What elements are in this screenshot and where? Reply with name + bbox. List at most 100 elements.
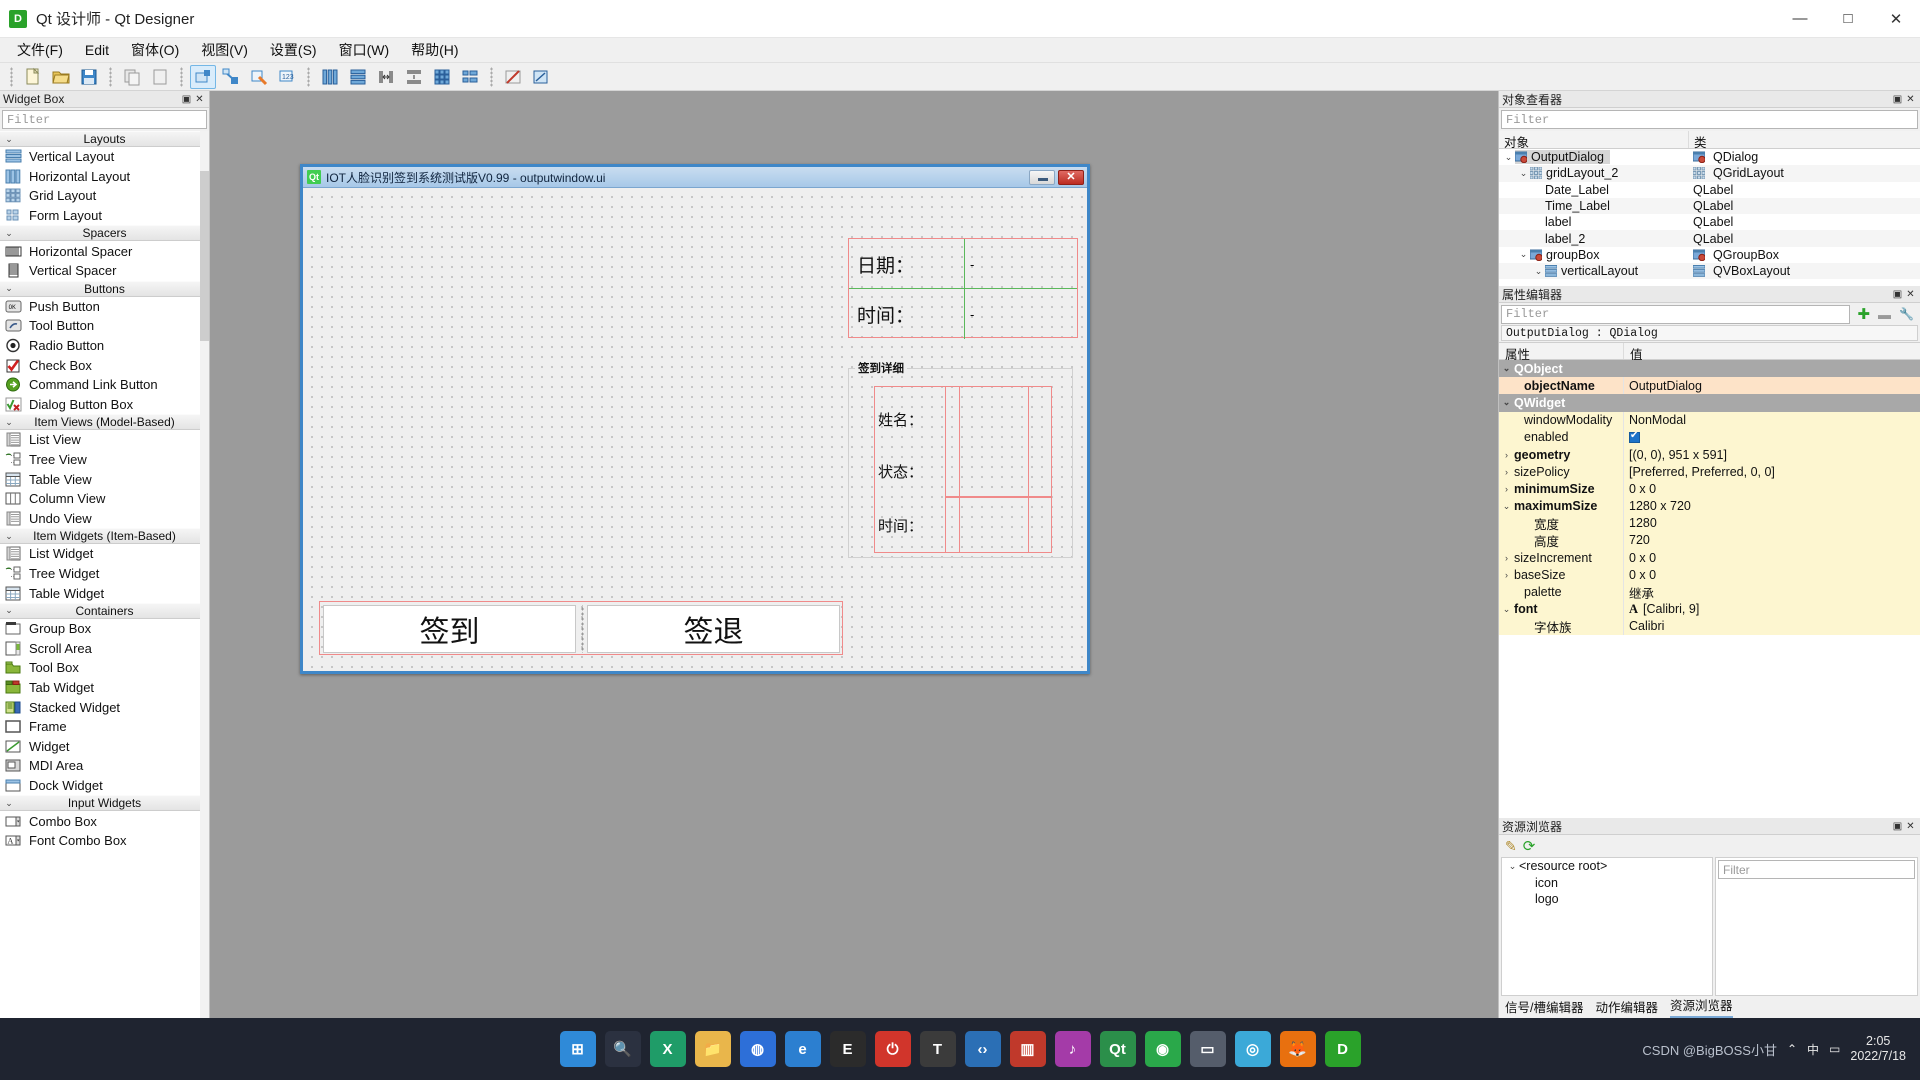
chevron-right-icon[interactable]: › [1499,553,1514,563]
chevron-right-icon[interactable]: › [1499,450,1514,460]
widget-box-item-tab-widget[interactable]: Tab Widget [0,678,209,698]
bottom-tab-1[interactable]: 动作编辑器 [1595,997,1658,1018]
object-inspector-row[interactable]: Time_Label QLabel [1499,197,1920,215]
property-row[interactable]: › sizeIncrement 0 x 0 [1499,549,1920,567]
column-header-object[interactable]: 对象 [1499,131,1689,150]
output-dialog-form[interactable]: Qt IOT人脸识别签到系统测试版V0.99 - outputwindow.ui… [300,164,1090,674]
layout-grid-icon[interactable] [429,65,455,89]
property-value-cell[interactable] [1624,394,1920,411]
widget-box-item-font-combo-box[interactable]: A Font Combo Box [0,831,209,851]
property-value-cell[interactable]: [Preferred, Preferred, 0, 0] [1624,463,1920,481]
property-value-cell[interactable]: OutputDialog [1624,377,1920,395]
bottom-tab-0[interactable]: 信号/槽编辑器 [1505,997,1583,1018]
chevron-down-icon[interactable]: ⌄ [1517,249,1530,260]
chevron-down-icon[interactable]: ⌄ [1499,363,1514,374]
property-row[interactable]: › geometry [(0, 0), 951 x 591] [1499,445,1920,464]
property-editor-table[interactable]: ⌄ QObject objectName OutputDialog ⌄ QWidget wi… [1499,360,1920,818]
widget-box-item-check-box[interactable]: Check Box [0,355,209,375]
chevron-down-icon[interactable]: ⌄ [1499,604,1514,615]
property-value-cell[interactable]: [(0, 0), 951 x 591] [1624,445,1920,464]
property-value-cell[interactable] [1624,360,1920,377]
property-value-cell[interactable]: Calibri [1624,617,1920,635]
property-value-cell[interactable] [1624,428,1920,446]
network-icon[interactable]: ◎ [1234,1031,1271,1067]
widget-box-item-tree-widget[interactable]: Tree Widget [0,564,209,584]
edit-widgets-icon[interactable] [190,64,216,89]
resource-preview-filter-input[interactable]: Filter [1718,860,1915,879]
enabled-checkbox[interactable] [1629,430,1640,443]
widget-box-item-stacked-widget[interactable]: Stacked Widget [0,697,209,717]
property-editor-close-button[interactable]: ✕ [1904,288,1917,301]
object-inspector-row[interactable]: Date_Label QLabel [1499,182,1920,198]
object-inspector-row[interactable]: label_2 QLabel [1499,230,1920,247]
chevron-right-icon[interactable]: › [1499,484,1514,494]
form-design-surface[interactable]: 日期： - 时间： - 签到详细 姓名： 状态： 时间： 签到 签退 [303,188,1087,671]
vscode-icon[interactable]: ‹› [964,1031,1001,1067]
object-inspector-row[interactable]: label QLabel [1499,214,1920,230]
widget-box-group-item-views-model-based[interactable]: ⌄ Item Views (Model-Based) [0,414,209,431]
battery-icon[interactable]: ▭ [1829,1042,1840,1056]
column-header-property[interactable]: 属性 [1499,343,1624,362]
widget-box-item-undo-view[interactable]: Undo View [0,509,209,529]
widget-box-filter-input[interactable]: Filter [2,110,207,129]
remove-property-icon[interactable]: ▬ [1875,307,1894,322]
edit-signals-slots-icon[interactable] [218,65,244,89]
date-label[interactable]: 日期： [849,239,963,289]
resource-row[interactable]: logo [1502,891,1712,908]
power-tool-icon[interactable]: ⏻ [874,1031,911,1067]
widget-box-item-command-link-button[interactable]: Command Link Button [0,375,209,395]
chevron-down-icon[interactable]: ⌄ [1499,397,1514,408]
object-inspector-row[interactable]: ⌄ groupBox QGroupBox [1499,247,1920,263]
property-row[interactable]: 字体族 Calibri [1499,617,1920,635]
widget-box-scroll-thumb[interactable] [200,171,209,341]
widget-box-group-layouts[interactable]: ⌄ Layouts [0,131,209,147]
search-icon[interactable]: 🔍 [604,1031,641,1067]
widget-box-item-combo-box[interactable]: Combo Box [0,811,209,831]
add-property-icon[interactable]: ✚ [1854,305,1873,323]
resource-row[interactable]: icon [1502,875,1712,892]
property-row[interactable]: ⌄ maximumSize 1280 x 720 [1499,497,1920,515]
widget-box-close-button[interactable]: ✕ [193,93,206,106]
adjust-size-icon[interactable] [528,65,554,89]
property-value-cell[interactable]: A [Calibri, 9] [1624,600,1920,618]
break-layout-icon[interactable] [500,65,526,89]
object-inspector-row[interactable]: ⌄ OutputDialog QDialog [1499,149,1920,165]
property-value-cell[interactable]: 0 x 0 [1624,480,1920,498]
layout-form-icon[interactable] [457,65,483,89]
property-row[interactable]: 宽度 1280 [1499,514,1920,532]
music-app-icon[interactable]: ♪ [1054,1031,1091,1067]
menu-item-2[interactable]: 窗体(O) [120,37,190,63]
property-row[interactable]: 高度 720 [1499,531,1920,550]
widget-box-item-dock-widget[interactable]: Dock Widget [0,776,209,796]
qt-designer-icon[interactable]: Qt [1099,1031,1136,1067]
name-label[interactable]: 姓名： [878,409,923,430]
form-close-button[interactable]: ✕ [1058,169,1084,185]
property-value-cell[interactable]: NonModal [1624,411,1920,429]
date-value-label[interactable]: - [965,239,1078,289]
typora-icon[interactable]: T [919,1031,956,1067]
widget-box-item-tool-button[interactable]: Tool Button [0,316,209,336]
close-button[interactable]: ✕ [1872,0,1920,38]
widget-box-group-containers[interactable]: ⌄ Containers [0,602,209,619]
object-inspector-tree[interactable]: ⌄ OutputDialog QDialog ⌄ gridLayout_2 QGridLa… [1499,149,1920,286]
property-value-cell[interactable]: 0 x 0 [1624,566,1920,584]
widget-box-item-frame[interactable]: Frame [0,717,209,737]
menu-item-4[interactable]: 设置(S) [259,37,328,63]
widget-box-item-column-view[interactable]: Column View [0,489,209,509]
chevron-down-icon[interactable]: ⌄ [1502,152,1515,163]
widget-box-item-horizontal-layout[interactable]: Horizontal Layout [0,167,209,187]
edge-icon[interactable]: e [784,1031,821,1067]
epic-games-icon[interactable]: E [829,1031,866,1067]
widget-box-item-grid-layout[interactable]: Grid Layout [0,186,209,206]
widget-box-item-vertical-layout[interactable]: Vertical Layout [0,147,209,167]
form-editor-canvas[interactable]: Qt IOT人脸识别签到系统测试版V0.99 - outputwindow.ui… [210,91,1498,1018]
layout-splitter-horizontal-icon[interactable] [373,65,399,89]
minimize-button[interactable]: — [1776,0,1824,38]
chevron-down-icon[interactable]: ⌄ [1532,266,1545,277]
detail-group-box[interactable]: 签到详细 姓名： 状态： 时间： [848,360,1073,558]
property-row[interactable]: › sizePolicy [Preferred, Preferred, 0, 0] [1499,463,1920,481]
widget-box-group-spacers[interactable]: ⌄ Spacers [0,225,209,242]
property-row[interactable]: windowModality NonModal [1499,411,1920,429]
firefox-icon[interactable]: 🦊 [1279,1031,1316,1067]
taskbar-clock[interactable]: 2:05 2022/7/18 [1850,1034,1906,1064]
